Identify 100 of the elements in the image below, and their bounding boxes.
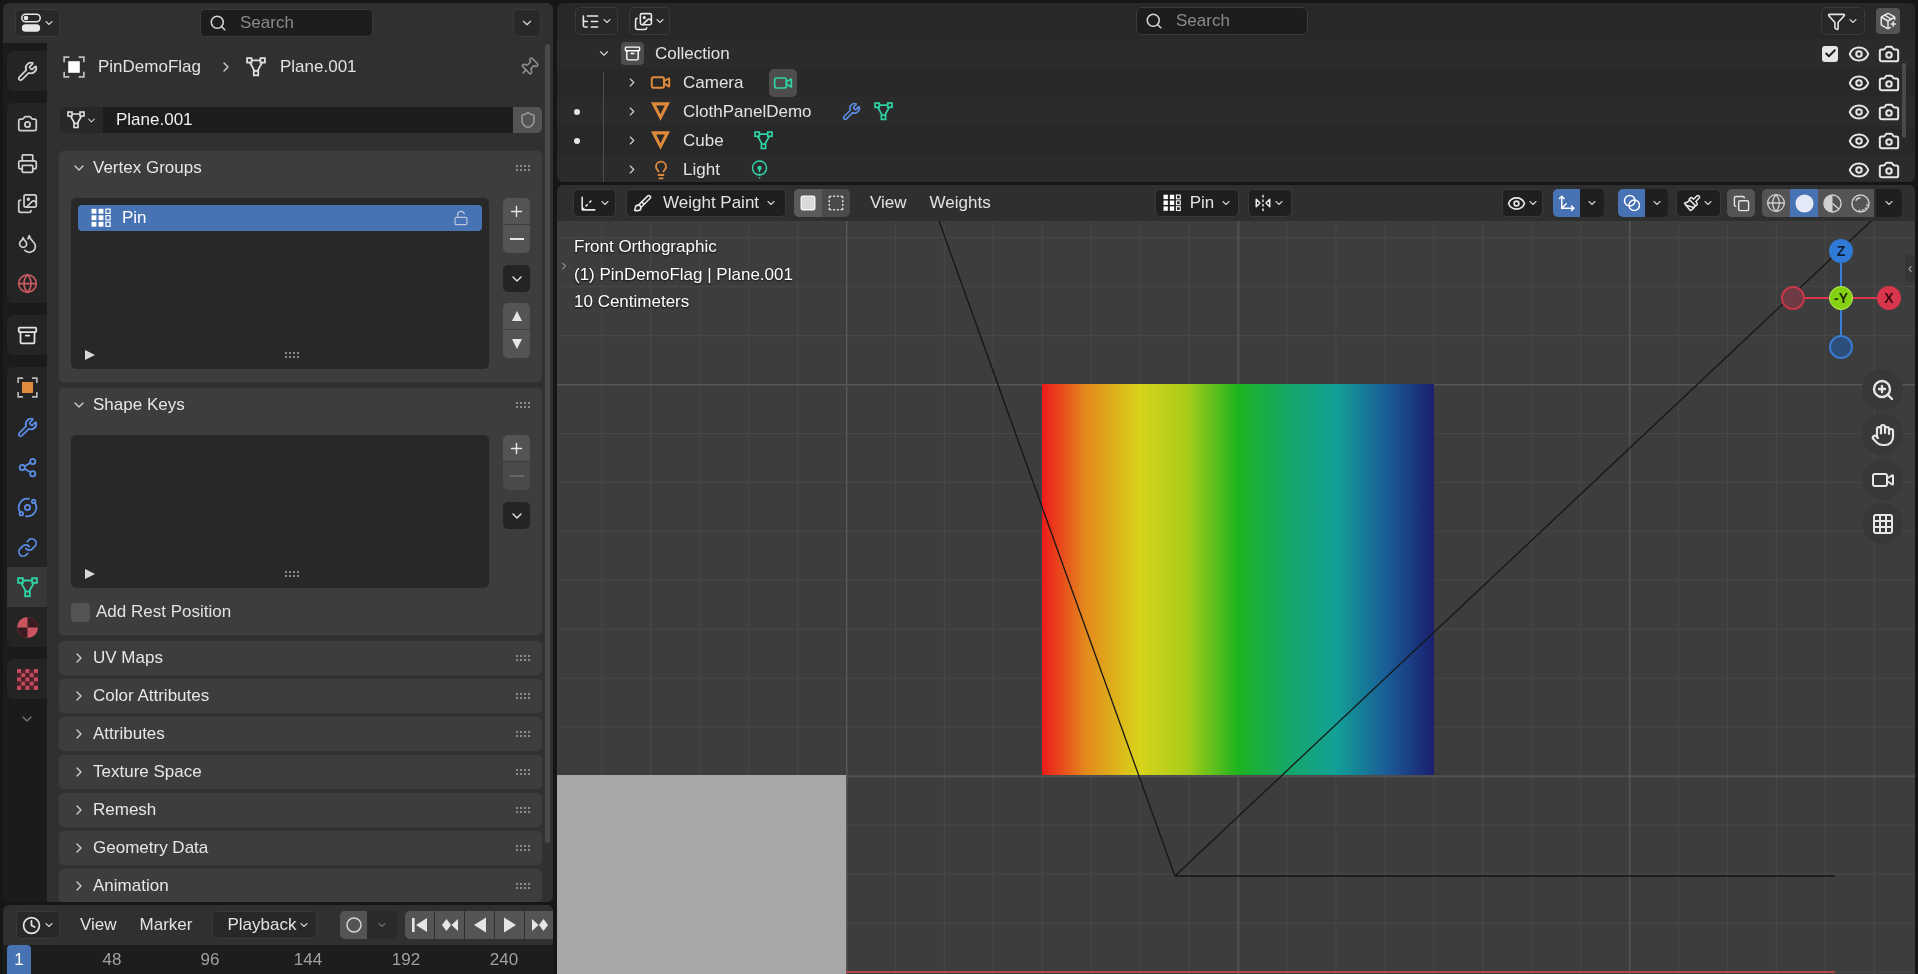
grip-dots-icon[interactable]: [516, 845, 530, 851]
add-button[interactable]: [503, 435, 530, 462]
grip-dots-icon[interactable]: [516, 769, 530, 775]
images-icon: [633, 11, 653, 31]
images-icon: [16, 192, 38, 214]
shading-button[interactable]: [1762, 189, 1790, 217]
paint-overlay-dropdown[interactable]: [1676, 189, 1721, 217]
filter-mode-button[interactable]: [629, 7, 670, 35]
overlay-menu-button[interactable]: [1645, 189, 1668, 217]
display-mode-button[interactable]: [575, 7, 618, 35]
properties-tab[interactable]: [7, 367, 47, 407]
menu-button[interactable]: View: [70, 911, 127, 939]
playback-button[interactable]: [465, 911, 495, 939]
panel-header[interactable]: Color Attributes: [59, 679, 542, 713]
menu-button[interactable]: Marker: [129, 911, 203, 939]
list-item[interactable]: Pin: [78, 205, 482, 231]
material-sphere-icon: [16, 616, 38, 638]
panel-header[interactable]: Remesh: [59, 793, 542, 827]
grip-dots-icon[interactable]: [516, 731, 530, 737]
playback-button[interactable]: [435, 911, 465, 939]
move-down-button[interactable]: [503, 330, 530, 358]
breadcrumb-data: Plane.001: [280, 56, 357, 79]
frame-number: 240: [489, 948, 519, 971]
panel-header[interactable]: Geometry Data: [59, 831, 542, 865]
menu-button[interactable]: Weights: [919, 189, 1001, 217]
panel-header[interactable]: Attributes: [59, 717, 542, 751]
remove-button[interactable]: [503, 225, 530, 253]
square-icon: [799, 194, 817, 212]
editor-type-button[interactable]: [15, 9, 60, 37]
menu-button[interactable]: [503, 502, 530, 529]
gizmo-toggle[interactable]: [1553, 189, 1580, 217]
axis-icon: [578, 193, 598, 213]
link-icon: [16, 536, 38, 558]
grip-dots-icon[interactable]: [285, 571, 299, 577]
xray-toggle[interactable]: [1727, 189, 1755, 217]
menu-button[interactable]: View: [860, 189, 917, 217]
playback-button[interactable]: [525, 911, 553, 939]
checkerboard-icon: [16, 668, 38, 690]
overlay-toggle[interactable]: [1618, 189, 1645, 217]
panel-header[interactable]: Shape Keys: [59, 388, 542, 422]
face-mask-button[interactable]: [794, 189, 822, 217]
stacked-squares-icon: [1732, 194, 1750, 212]
properties-tab[interactable]: [7, 103, 47, 143]
triangle-icon: [651, 102, 670, 121]
triangle-right-icon: [85, 569, 95, 579]
new-collection-button[interactable]: [1876, 8, 1900, 34]
zoom-in-icon: [1870, 377, 1895, 402]
playback-button[interactable]: [495, 911, 525, 939]
checkbox[interactable]: [1822, 45, 1838, 62]
scrollbar[interactable]: [545, 44, 550, 843]
paintbrush-icon: [1683, 194, 1701, 212]
gizmo-menu-button[interactable]: [1580, 189, 1604, 217]
vertex-mask-button[interactable]: [822, 189, 850, 217]
grip-dots-icon[interactable]: [516, 807, 530, 813]
video-camera-icon[interactable]: [769, 68, 798, 97]
vertex-group-dropdown[interactable]: Pin: [1154, 189, 1239, 217]
filter-button[interactable]: [1821, 7, 1865, 35]
mirror-icon: [1254, 194, 1273, 212]
fake-user-button[interactable]: [513, 107, 542, 133]
hand-icon: [1870, 422, 1895, 447]
mode-dropdown[interactable]: Weight Paint: [626, 189, 786, 217]
playback-button[interactable]: [405, 911, 435, 939]
editor-type-button[interactable]: [573, 189, 616, 217]
properties-tab[interactable]: [7, 51, 47, 91]
auto-key-button[interactable]: [340, 911, 368, 939]
grip-dots-icon[interactable]: [516, 655, 530, 661]
object-name: Camera: [683, 71, 744, 94]
grip-dots-icon[interactable]: [516, 402, 530, 408]
shading-button[interactable]: [1790, 189, 1818, 217]
panel-header[interactable]: Texture Space: [59, 755, 542, 789]
grip-dots-icon[interactable]: [516, 883, 530, 889]
visibility-dropdown[interactable]: [1502, 189, 1543, 217]
droplets-icon: [16, 232, 38, 254]
grip-dots-icon[interactable]: [285, 352, 299, 358]
wire-sphere-icon: [1766, 193, 1786, 213]
grip-dots-icon[interactable]: [516, 165, 530, 171]
properties-tab[interactable]: [7, 567, 47, 607]
sidebar-tab-button[interactable]: [1905, 255, 1915, 282]
grip-dots-icon[interactable]: [516, 693, 530, 699]
shading-button[interactable]: [1818, 189, 1846, 217]
scrollbar[interactable]: [1902, 63, 1906, 138]
datablock-name-field[interactable]: Plane.001: [104, 107, 513, 133]
search-field[interactable]: Search: [1136, 7, 1308, 35]
current-frame-indicator[interactable]: 1: [7, 945, 31, 974]
editor-type-button[interactable]: [16, 911, 60, 939]
panel-header[interactable]: UV Maps: [59, 641, 542, 675]
data-type-dropdown[interactable]: [60, 107, 104, 133]
panel-header[interactable]: Vertex Groups: [59, 151, 542, 185]
move-up-button[interactable]: [503, 303, 530, 330]
properties-tab[interactable]: [7, 315, 47, 355]
printer-icon: [16, 152, 38, 174]
shading-button[interactable]: [1846, 189, 1874, 217]
add-button[interactable]: [503, 198, 530, 225]
symmetry-dropdown[interactable]: [1247, 189, 1292, 217]
playback-dropdown[interactable]: Playback: [212, 911, 318, 939]
panel-header[interactable]: Animation: [59, 869, 542, 902]
search-field[interactable]: Search: [200, 9, 373, 37]
unlocked-icon[interactable]: [453, 210, 469, 226]
menu-button[interactable]: [503, 265, 530, 292]
brush-icon: [633, 193, 652, 213]
